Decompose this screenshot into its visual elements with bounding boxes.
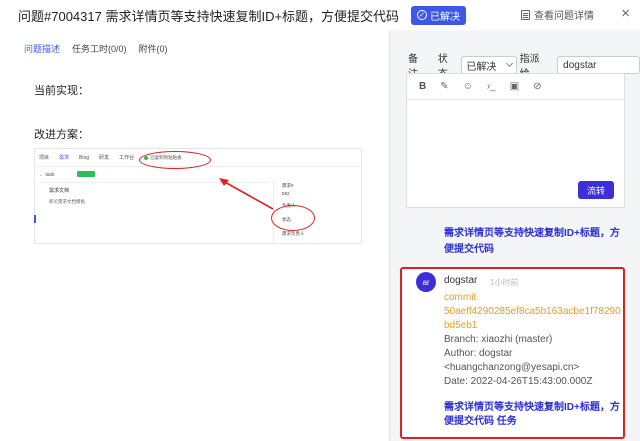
tab-worklog[interactable]: 任务工时(0/0) (72, 42, 127, 55)
embedded-screenshot: 项目 需求 Blog 研发 工作台 已复制到粘贴板 ← task 需求文档 新论… (34, 148, 362, 244)
commit-body: commit 50aeff4290285ef8ca5b163acbe1f7829… (444, 291, 622, 429)
comment-pane: 备注 状态 已解决 指派给 dogstar B ✎ ☺ ›_ ▣ ⊘ 流转 需求… (389, 30, 640, 441)
close-icon[interactable]: × (621, 5, 630, 22)
commit-email: <huangchanzong@yesapi.cn> (444, 362, 580, 373)
commit-author-line: Author: dogstar (444, 348, 513, 359)
chevron-down-icon (505, 59, 513, 68)
tab-attachments[interactable]: 附件(0) (139, 42, 168, 55)
status-select-value: 已解决 (466, 61, 497, 73)
issue-content-pane: 问题描述 任务工时(0/0) 附件(0) 当前实现： 改进方案： 项目 需求 B… (0, 30, 388, 441)
view-details-label: 查看问题详情 (534, 11, 594, 22)
issue-title: 问题#7004317 需求详情页等支持快速复制ID+标题，方便提交代码 (18, 8, 400, 24)
tab-bar: 问题描述 任务工时(0/0) 附件(0) (24, 42, 168, 55)
improvement-heading: 改进方案： (34, 129, 89, 141)
current-implementation-heading: 当前实现： (34, 85, 89, 97)
tab-description[interactable]: 问题描述 (24, 42, 60, 55)
emoji-icon[interactable]: ☺ (463, 81, 473, 92)
avatar: ar (416, 272, 436, 292)
document-icon (521, 9, 530, 20)
commit-branch: Branch: xiaozhi (master) (444, 334, 553, 345)
transition-button[interactable]: 流转 (578, 181, 614, 199)
commit-date: Date: 2022-04-26T15:43:00.000Z (444, 376, 593, 387)
commit-card: ar dogstar 1小时前 commit 50aeff4290285ef8c… (400, 267, 625, 439)
status-select[interactable]: 已解决 (461, 56, 517, 74)
editor-toolbar: B ✎ ☺ ›_ ▣ ⊘ (407, 74, 624, 100)
status-badge: ✓ 已解决 (411, 5, 467, 25)
commit-prefix: commit (444, 292, 477, 303)
arrow-icon (219, 178, 274, 210)
commit-time: 1小时前 (490, 278, 519, 287)
link-icon[interactable]: ⊘ (533, 81, 541, 92)
commit-message-link[interactable]: 需求详情页等支持快速复制ID+标题，方便提交代码 任务 (444, 401, 622, 429)
view-details-link[interactable]: 查看问题详情 (521, 7, 594, 22)
assignee-input[interactable]: dogstar (557, 56, 640, 74)
highlight-icon[interactable]: ✎ (440, 81, 448, 92)
comment-editor[interactable]: B ✎ ☺ ›_ ▣ ⊘ 流转 (406, 73, 625, 208)
code-icon[interactable]: ›_ (487, 81, 496, 92)
bold-icon[interactable]: B (419, 81, 426, 92)
previous-message-link[interactable]: 需求详情页等支持快速复制ID+标题，方便提交代码 (444, 226, 624, 258)
commit-hash-link[interactable]: 50aeff4290285ef8ca5b163acbe1f78290bd5eb1 (444, 305, 622, 333)
check-icon: ✓ (417, 10, 428, 20)
image-icon[interactable]: ▣ (510, 81, 519, 92)
status-badge-label: 已解决 (430, 11, 461, 23)
commit-author: dogstar (444, 275, 478, 286)
text-cursor (34, 215, 36, 223)
